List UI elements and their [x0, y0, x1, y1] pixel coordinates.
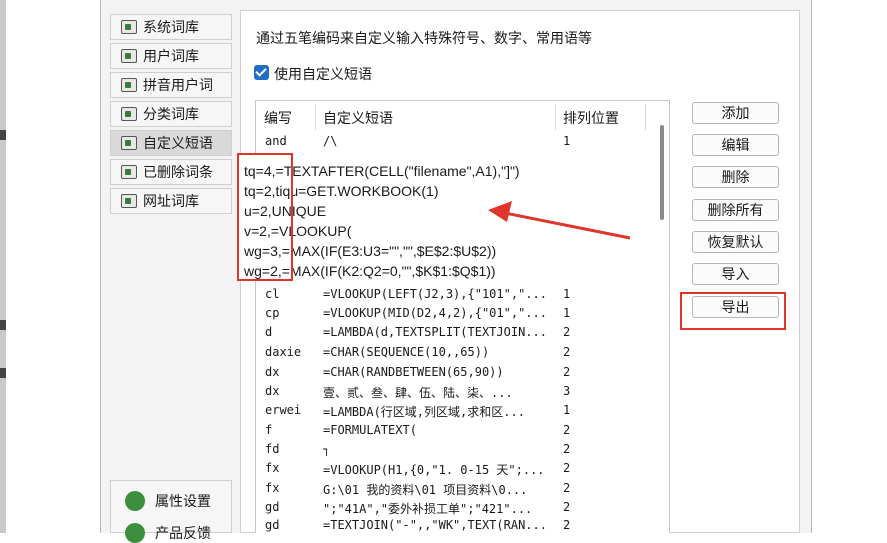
annotation-arrow-icon — [488, 201, 631, 240]
